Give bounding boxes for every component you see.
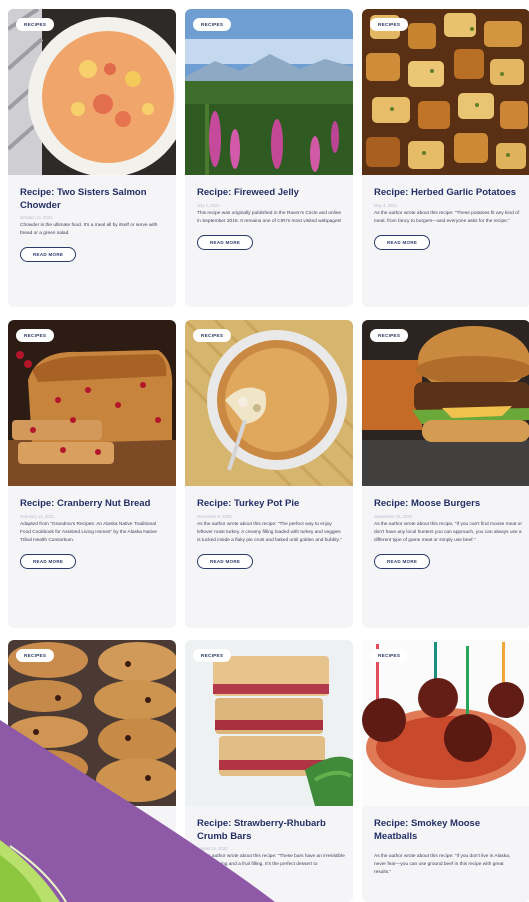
recipe-image-turkey-pot-pie[interactable]: RECIPES: [185, 320, 353, 486]
recipes-badge[interactable]: RECIPES: [193, 329, 232, 342]
recipes-badge[interactable]: RECIPES: [370, 18, 409, 31]
recipe-date: [374, 846, 522, 852]
recipe-title[interactable]: Recipe: Smokey Moose Meatballs: [374, 818, 522, 843]
recipes-badge[interactable]: RECIPES: [193, 18, 232, 31]
recipe-title[interactable]: Recipe: Cranberry Nut Bread: [20, 498, 168, 511]
recipe-excerpt: As the author wrote about this recipe: "…: [197, 854, 345, 868]
recipe-excerpt: Adapted from "Grandma's Recipes: An Alas…: [20, 521, 157, 543]
read-more-button[interactable]: READ MORE: [374, 234, 431, 250]
recipe-excerpt: Chowder is the ultimate food. It's a mea…: [20, 223, 158, 237]
recipe-title[interactable]: Recipe: Fireweed Jelly: [197, 187, 345, 200]
recipe-image-smokey-moose-meatballs[interactable]: RECIPES: [362, 640, 529, 806]
recipe-date: October 13, 2021: [20, 215, 53, 220]
recipe-grid: RECIPES Recipe: Two Sisters Salmon Chowd…: [0, 0, 529, 902]
recipe-date: November 9, 2020: [197, 513, 232, 519]
recipe-title[interactable]: Recipe: Two Sisters Salmon Chowder: [20, 187, 168, 212]
recipe-card-fireweed-jelly[interactable]: RECIPES Recipe: Fireweed Jelly July 1, 2…: [185, 9, 353, 307]
recipe-title[interactable]: Recipe: Strawberry-Rhubarb Crumb Bars: [197, 818, 345, 843]
recipe-image-fireweed-jelly[interactable]: RECIPES: [185, 9, 353, 175]
recipe-image-herbed-garlic-potatoes[interactable]: RECIPES: [362, 9, 529, 175]
read-more-button[interactable]: READ MORE: [20, 247, 77, 263]
recipe-image-cranberry-nut-bread[interactable]: RECIPES: [8, 320, 176, 486]
recipe-image-strawberry-rhubarb-bars[interactable]: RECIPES: [185, 640, 353, 806]
recipe-card-cranberry-nut-bread[interactable]: RECIPES Recipe: Cranberry Nut Bread Febr…: [8, 320, 176, 628]
recipes-badge[interactable]: RECIPES: [370, 649, 409, 662]
recipes-badge[interactable]: RECIPES: [370, 329, 409, 342]
recipe-image-chocolate-cookies[interactable]: RECIPES: [8, 640, 176, 806]
recipe-excerpt: As the author wrote about this recipe, "…: [374, 521, 522, 543]
recipe-image-salmon-chowder[interactable]: RECIPES: [8, 9, 176, 175]
recipe-card-chocolate[interactable]: RECIPES Recipe: Chocolate: [8, 640, 176, 902]
recipes-badge[interactable]: RECIPES: [16, 329, 55, 342]
read-more-button[interactable]: READ MORE: [197, 554, 254, 570]
recipe-date: August 14, 2020: [197, 846, 228, 851]
read-more-button[interactable]: READ MORE: [20, 554, 77, 570]
recipe-card-turkey-pot-pie[interactable]: RECIPES Recipe: Turkey Pot Pie November …: [185, 320, 353, 628]
recipe-excerpt: As the author wrote about this recipe: "…: [197, 521, 342, 543]
recipe-card-salmon-chowder[interactable]: RECIPES Recipe: Two Sisters Salmon Chowd…: [8, 9, 176, 307]
read-more-button[interactable]: READ MORE: [197, 234, 254, 250]
recipe-card-strawberry-rhubarb-crumb-bars[interactable]: RECIPES Recipe: Strawberry-Rhubarb Crumb…: [185, 640, 353, 902]
recipe-card-herbed-garlic-potatoes[interactable]: RECIPES Recipe: Herbed Garlic Potatoes M…: [362, 9, 529, 307]
recipe-excerpt: As the author wrote about this recipe: "…: [374, 854, 511, 876]
recipes-badge[interactable]: RECIPES: [193, 649, 232, 662]
recipes-badge[interactable]: RECIPES: [16, 18, 55, 31]
recipe-title[interactable]: Recipe: Herbed Garlic Potatoes: [374, 187, 522, 200]
recipe-card-moose-burgers[interactable]: RECIPES Recipe: Moose Burgers September …: [362, 320, 529, 628]
recipe-title[interactable]: Recipe: Chocolate: [20, 818, 168, 843]
recipe-card-smokey-moose-meatballs[interactable]: RECIPES Recipe: Smokey Moose Meatballs A…: [362, 640, 529, 902]
recipe-date: February 12, 2021: [20, 513, 55, 519]
recipes-badge[interactable]: RECIPES: [16, 649, 55, 662]
recipe-title[interactable]: Recipe: Moose Burgers: [374, 498, 522, 511]
recipe-excerpt: This recipe was originally published in …: [197, 210, 342, 224]
recipe-date: September 16, 2020: [374, 513, 412, 519]
recipe-image-moose-burgers[interactable]: RECIPES: [362, 320, 529, 486]
recipe-date: July 1, 2021: [197, 202, 220, 208]
recipe-title[interactable]: Recipe: Turkey Pot Pie: [197, 498, 345, 511]
recipe-date: May 4, 2021: [374, 202, 398, 208]
recipe-excerpt: As the author wrote about this recipe: "…: [374, 210, 520, 224]
read-more-button[interactable]: READ MORE: [374, 554, 431, 570]
